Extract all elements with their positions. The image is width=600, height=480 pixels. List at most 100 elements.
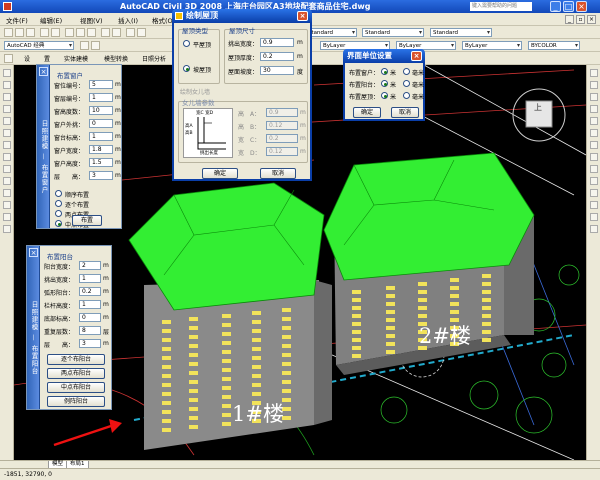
- parapet-field-input[interactable]: 0.9: [266, 108, 298, 117]
- pan-icon[interactable]: [126, 28, 135, 37]
- balcony-field-input[interactable]: 1: [79, 274, 101, 283]
- window-field-input[interactable]: 1.8: [89, 145, 113, 154]
- rotate-icon[interactable]: [590, 141, 598, 149]
- arc-icon[interactable]: [3, 117, 11, 125]
- unit-radio-millimeter[interactable]: [403, 68, 410, 75]
- extend-icon[interactable]: [590, 189, 598, 197]
- print-icon[interactable]: [40, 28, 49, 37]
- hatch-icon[interactable]: [3, 189, 11, 197]
- parapet-field-input[interactable]: 0.2: [266, 134, 298, 143]
- region-icon[interactable]: [3, 201, 11, 209]
- balcony-two-point-button[interactable]: 两点布阳台: [47, 368, 105, 379]
- balcony-single-button[interactable]: 逐个布阳台: [47, 354, 105, 365]
- preview-icon[interactable]: [51, 28, 60, 37]
- ellipse-icon[interactable]: [3, 153, 11, 161]
- move-icon[interactable]: [590, 129, 598, 137]
- balcony-array-button[interactable]: 例阵阳台: [47, 396, 105, 407]
- radio-midpoint[interactable]: [55, 220, 62, 227]
- doc-restore-button[interactable]: ▫: [576, 15, 585, 24]
- text-style-select[interactable]: Standard: [305, 28, 357, 37]
- line-icon[interactable]: [3, 69, 11, 77]
- unit-radio-meter[interactable]: [381, 92, 388, 99]
- balcony-midpoint-button[interactable]: 中点布阳台: [47, 382, 105, 393]
- save-icon[interactable]: [26, 28, 35, 37]
- radio-pitched-roof[interactable]: [183, 65, 190, 72]
- balcony-panel-close-icon[interactable]: ×: [29, 248, 38, 257]
- array-icon[interactable]: [590, 117, 598, 125]
- draw-roof-title-bar[interactable]: 绘制屋顶 ×: [172, 9, 312, 23]
- mtext-icon[interactable]: [3, 225, 11, 233]
- dim-style-select[interactable]: Standard: [362, 28, 424, 37]
- copy-icon[interactable]: [76, 28, 85, 37]
- parapet-field-input[interactable]: 0.12: [266, 147, 298, 156]
- open-icon[interactable]: [15, 28, 24, 37]
- trim-icon[interactable]: [590, 177, 598, 185]
- roof-field-input[interactable]: 0.2: [260, 52, 294, 61]
- zoom-icon[interactable]: [137, 28, 146, 37]
- unit-radio-meter[interactable]: [381, 68, 388, 75]
- unit-ok-button[interactable]: 确定: [353, 107, 381, 118]
- roof-cancel-button[interactable]: 取消: [260, 168, 296, 179]
- layer-state-icon[interactable]: [91, 41, 100, 50]
- cut-icon[interactable]: [65, 28, 74, 37]
- radio-single[interactable]: [55, 200, 62, 207]
- circle-icon[interactable]: [3, 129, 11, 137]
- rectangle-icon[interactable]: [3, 105, 11, 113]
- roof-ok-button[interactable]: 确定: [202, 168, 238, 179]
- unit-settings-title-bar[interactable]: 界面单位设置 ×: [343, 49, 425, 63]
- polygon-icon[interactable]: [3, 93, 11, 101]
- layer-manager-icon[interactable]: [80, 41, 89, 50]
- menu-edit[interactable]: 编辑(E): [40, 15, 62, 25]
- explode-icon[interactable]: [590, 225, 598, 233]
- view-compass[interactable]: [512, 88, 566, 142]
- menu-view[interactable]: 视图(V): [80, 15, 103, 25]
- draw-roof-close-button[interactable]: ×: [297, 11, 308, 21]
- lineweight-select[interactable]: ByLayer: [462, 41, 522, 50]
- menu-file[interactable]: 文件(F): [6, 15, 28, 25]
- fillet-icon[interactable]: [590, 213, 598, 221]
- balcony-field-input[interactable]: 3: [79, 339, 101, 348]
- radio-two-point[interactable]: [55, 210, 62, 217]
- balcony-field-input[interactable]: 0: [79, 313, 101, 322]
- tab-model-conversion[interactable]: 模型转换: [104, 54, 128, 63]
- block-icon[interactable]: [3, 165, 11, 173]
- roof-field-input[interactable]: 30: [260, 66, 294, 75]
- tab-solid-modeling[interactable]: 实体建模: [64, 54, 88, 63]
- balcony-field-input[interactable]: 2: [79, 261, 101, 270]
- break-icon[interactable]: [590, 201, 598, 209]
- minimize-button[interactable]: _: [550, 1, 561, 12]
- help-search-input[interactable]: 键入需要帮助的问题: [470, 2, 532, 11]
- tab-sunlight-analysis[interactable]: 日照分析: [142, 54, 166, 63]
- close-button[interactable]: ×: [576, 1, 587, 12]
- window-field-input[interactable]: 10: [89, 106, 113, 115]
- table-style-select[interactable]: Standard: [430, 28, 492, 37]
- workspace-select[interactable]: AutoCAD 经典: [4, 41, 74, 50]
- stretch-icon[interactable]: [590, 165, 598, 173]
- balcony-field-input[interactable]: 0.2: [79, 287, 101, 296]
- doc-minimize-button[interactable]: _: [565, 15, 574, 24]
- window-field-input[interactable]: 5: [89, 80, 113, 89]
- balcony-field-input[interactable]: 1: [79, 300, 101, 309]
- redo-icon[interactable]: [112, 28, 121, 37]
- sunlight-menu-icon[interactable]: [4, 54, 13, 63]
- maximize-button[interactable]: □: [563, 1, 574, 12]
- paste-icon[interactable]: [87, 28, 96, 37]
- radio-sequential[interactable]: [55, 190, 62, 197]
- menu-insert[interactable]: 插入(I): [118, 15, 138, 25]
- unit-radio-meter[interactable]: [381, 80, 388, 87]
- tab-settings-2[interactable]: 置: [44, 54, 50, 63]
- doc-close-button[interactable]: ×: [587, 15, 596, 24]
- balcony-field-input[interactable]: 8: [79, 326, 101, 335]
- window-field-input[interactable]: 0: [89, 119, 113, 128]
- window-panel-close-icon[interactable]: ×: [39, 67, 48, 76]
- table-icon[interactable]: [3, 213, 11, 221]
- offset-icon[interactable]: [590, 105, 598, 113]
- app-icon[interactable]: [3, 2, 12, 11]
- place-window-button[interactable]: 布置: [72, 215, 102, 226]
- window-field-input[interactable]: 1: [89, 93, 113, 102]
- unit-settings-close-button[interactable]: ×: [411, 51, 422, 61]
- unit-radio-millimeter[interactable]: [403, 92, 410, 99]
- spline-icon[interactable]: [3, 141, 11, 149]
- undo-icon[interactable]: [101, 28, 110, 37]
- window-field-input[interactable]: 3: [89, 171, 113, 180]
